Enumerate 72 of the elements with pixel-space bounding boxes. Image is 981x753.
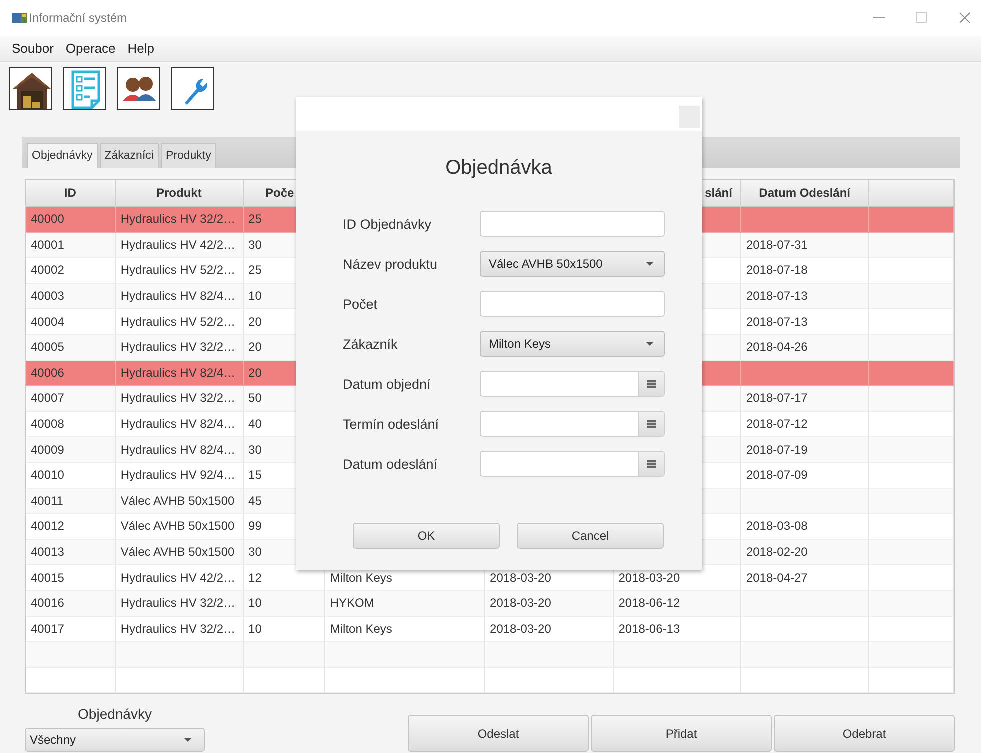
toolbar-button[interactable]: [63, 67, 106, 110]
column-header[interactable]: Produkt: [156, 186, 202, 200]
table-cell: Válec AVHB 50x1500: [116, 488, 244, 514]
tab[interactable]: Objednávky: [27, 143, 98, 168]
table-cell: Hydraulics HV 32/2…: [116, 590, 244, 616]
toolbar-button[interactable]: [171, 67, 214, 110]
table-cell: 2018-02-20: [741, 540, 870, 566]
table-cell: 40016: [26, 590, 116, 616]
calendar-button[interactable]: [638, 412, 664, 436]
table-cell: Válec AVHB 50x1500: [116, 540, 244, 566]
table-cell: 2018-07-19: [741, 437, 870, 463]
calendar-button[interactable]: [638, 372, 664, 396]
dialog-button[interactable]: OK: [353, 523, 500, 549]
window-title: Informační systém: [29, 11, 128, 25]
action-button[interactable]: Odeslat: [408, 715, 589, 752]
caret-icon: [184, 738, 192, 742]
table-cell: 40007: [26, 386, 116, 412]
action-button[interactable]: Přidat: [591, 715, 772, 752]
table-cell: 40009: [26, 437, 116, 463]
calendar-icon: [647, 420, 656, 428]
table-cell: 40001: [26, 232, 116, 258]
table-cell: Hydraulics HV 82/4…: [116, 437, 244, 463]
toolbar-button[interactable]: [9, 67, 52, 110]
dialog-title: Objednávka: [444, 157, 554, 180]
text-field[interactable]: [480, 291, 665, 317]
tab[interactable]: Zákazníci: [100, 143, 159, 168]
field-label: Termín odeslání: [343, 416, 440, 432]
table-cell: Hydraulics HV 42/2…: [116, 232, 244, 258]
table-cell: 40013: [26, 540, 116, 566]
table-cell: HYKOM: [325, 590, 486, 616]
table-cell: Hydraulics HV 32/2…: [116, 386, 244, 412]
field-label: Datum odeslání: [343, 456, 439, 472]
dialog-button[interactable]: Cancel: [517, 523, 664, 549]
column-header[interactable]: slání: [705, 186, 732, 200]
table-cell: 2018-07-17: [741, 386, 870, 412]
column-header[interactable]: Datum Odeslání: [759, 186, 851, 200]
date-field[interactable]: [480, 411, 665, 437]
calendar-button[interactable]: [638, 452, 664, 476]
toolbar-button[interactable]: [117, 67, 160, 110]
menu-item[interactable]: Help: [122, 41, 161, 56]
table-cell: 40003: [26, 284, 116, 310]
filter-label: Objednávky: [78, 706, 152, 724]
dropdown[interactable]: Milton Keys: [480, 331, 665, 357]
menu-item[interactable]: Operace: [60, 41, 122, 56]
table-cell: 10: [244, 590, 326, 616]
table-cell: Hydraulics HV 82/4…: [116, 284, 244, 310]
date-field[interactable]: [480, 451, 665, 477]
filter-dropdown[interactable]: Všechny: [25, 728, 205, 752]
close-icon[interactable]: [959, 12, 971, 24]
calendar-icon: [647, 380, 656, 388]
caret-icon: [646, 342, 654, 346]
column-header[interactable]: ID: [64, 186, 76, 200]
table-cell: 2018-03-20: [485, 590, 614, 616]
field-label: Zákazník: [343, 336, 399, 352]
field-label: Název produktu: [343, 256, 439, 272]
menu-item[interactable]: Soubor: [6, 41, 60, 56]
dropdown[interactable]: Válec AVHB 50x1500: [480, 251, 665, 277]
table-cell: 2018-07-13: [741, 284, 870, 310]
text-field[interactable]: [480, 211, 665, 237]
table-cell: 40011: [26, 488, 116, 514]
field-label: Počet: [343, 296, 379, 312]
table-cell: 2018-06-12: [614, 590, 742, 616]
action-button[interactable]: Odebrat: [774, 715, 955, 752]
app-icon: [12, 12, 27, 24]
field-label: Datum objední: [343, 376, 432, 392]
column-header[interactable]: Poče: [266, 186, 294, 200]
field-label: ID Objednávky: [343, 216, 433, 232]
table-cell: 2018-07-31: [741, 232, 870, 258]
caret-icon: [646, 262, 654, 266]
calendar-icon: [647, 460, 656, 468]
date-field[interactable]: [480, 371, 665, 397]
tab[interactable]: Produkty: [160, 143, 216, 168]
